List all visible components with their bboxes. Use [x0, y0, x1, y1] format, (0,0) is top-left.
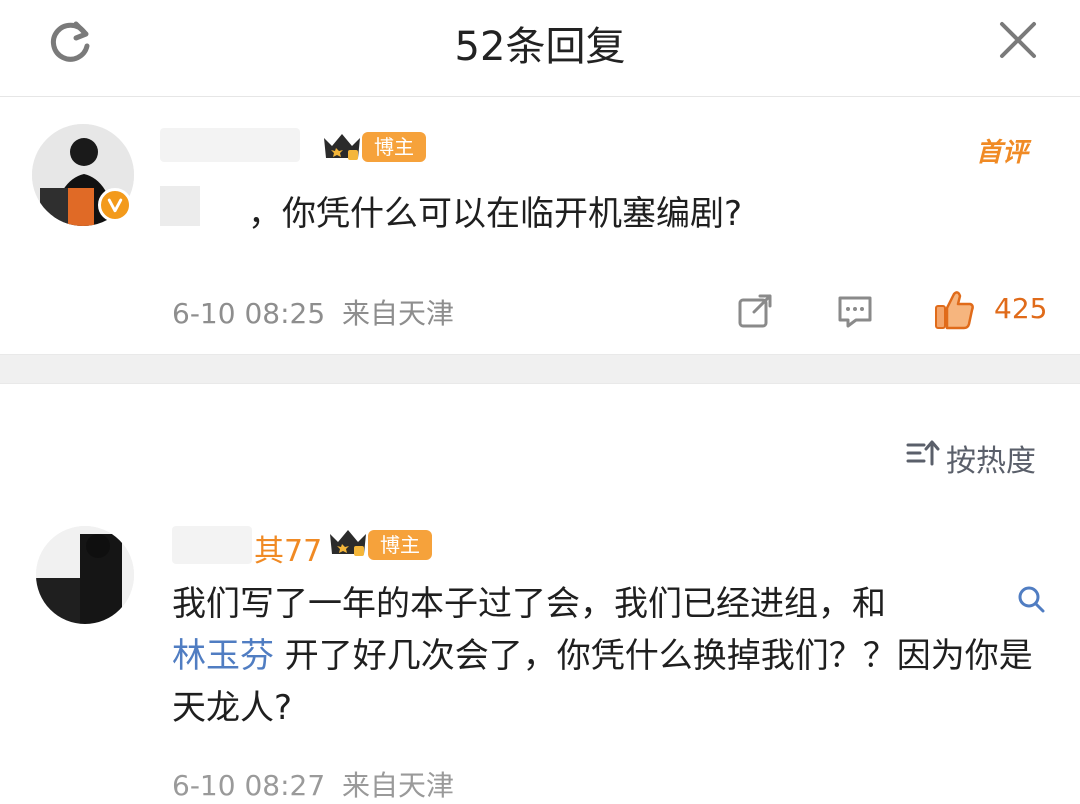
- role-tag: 博主: [362, 132, 426, 162]
- page-title: 52条回复: [454, 24, 626, 70]
- location: 来自天津: [342, 297, 455, 330]
- avatar[interactable]: [36, 526, 134, 624]
- comment-meta: 6-10 08:25 来自天津: [172, 292, 454, 332]
- comment-meta: 6-10 08:27 来自天津: [172, 764, 454, 804]
- comment-text: ，你凭什么可以在临开机塞编剧?: [248, 194, 743, 234]
- sort-by-hot-button[interactable]: 按热度: [946, 436, 1036, 480]
- comment-text: 我们写了一年的本子过了会，我们已经进组，和 林玉芬 开了好几次会了，你凭什么换掉…: [172, 578, 1052, 734]
- close-icon[interactable]: [996, 18, 1040, 62]
- crown-icon: [320, 128, 364, 164]
- section-divider: [0, 354, 1080, 384]
- comment-icon[interactable]: [836, 292, 874, 330]
- timestamp: 6-10 08:25: [172, 297, 326, 330]
- sort-icon[interactable]: [906, 438, 940, 468]
- first-comment-badge: 首评: [976, 138, 1029, 168]
- username[interactable]: 其77: [254, 526, 322, 570]
- role-tag: 博主: [368, 530, 432, 560]
- verified-v-icon: [98, 188, 132, 222]
- username-redacted[interactable]: [172, 526, 252, 564]
- comment-text-part: 我们写了一年的本子过了会，我们已经进组，和: [172, 584, 886, 624]
- crown-icon: [326, 524, 370, 560]
- timestamp: 6-10 08:27: [172, 769, 326, 802]
- thumbs-up-icon[interactable]: [934, 288, 976, 330]
- comment-text-part: 开了好几次会了，你凭什么换掉我们？？因为你是天龙人?: [172, 636, 1033, 728]
- search-icon[interactable]: [1016, 584, 1046, 614]
- username-redacted[interactable]: [160, 128, 300, 162]
- redacted-text: [160, 186, 200, 226]
- share-icon[interactable]: [736, 292, 774, 330]
- like-count: 425: [994, 292, 1048, 325]
- mention-link[interactable]: 林玉芬: [172, 636, 274, 676]
- location: 来自天津: [342, 769, 455, 802]
